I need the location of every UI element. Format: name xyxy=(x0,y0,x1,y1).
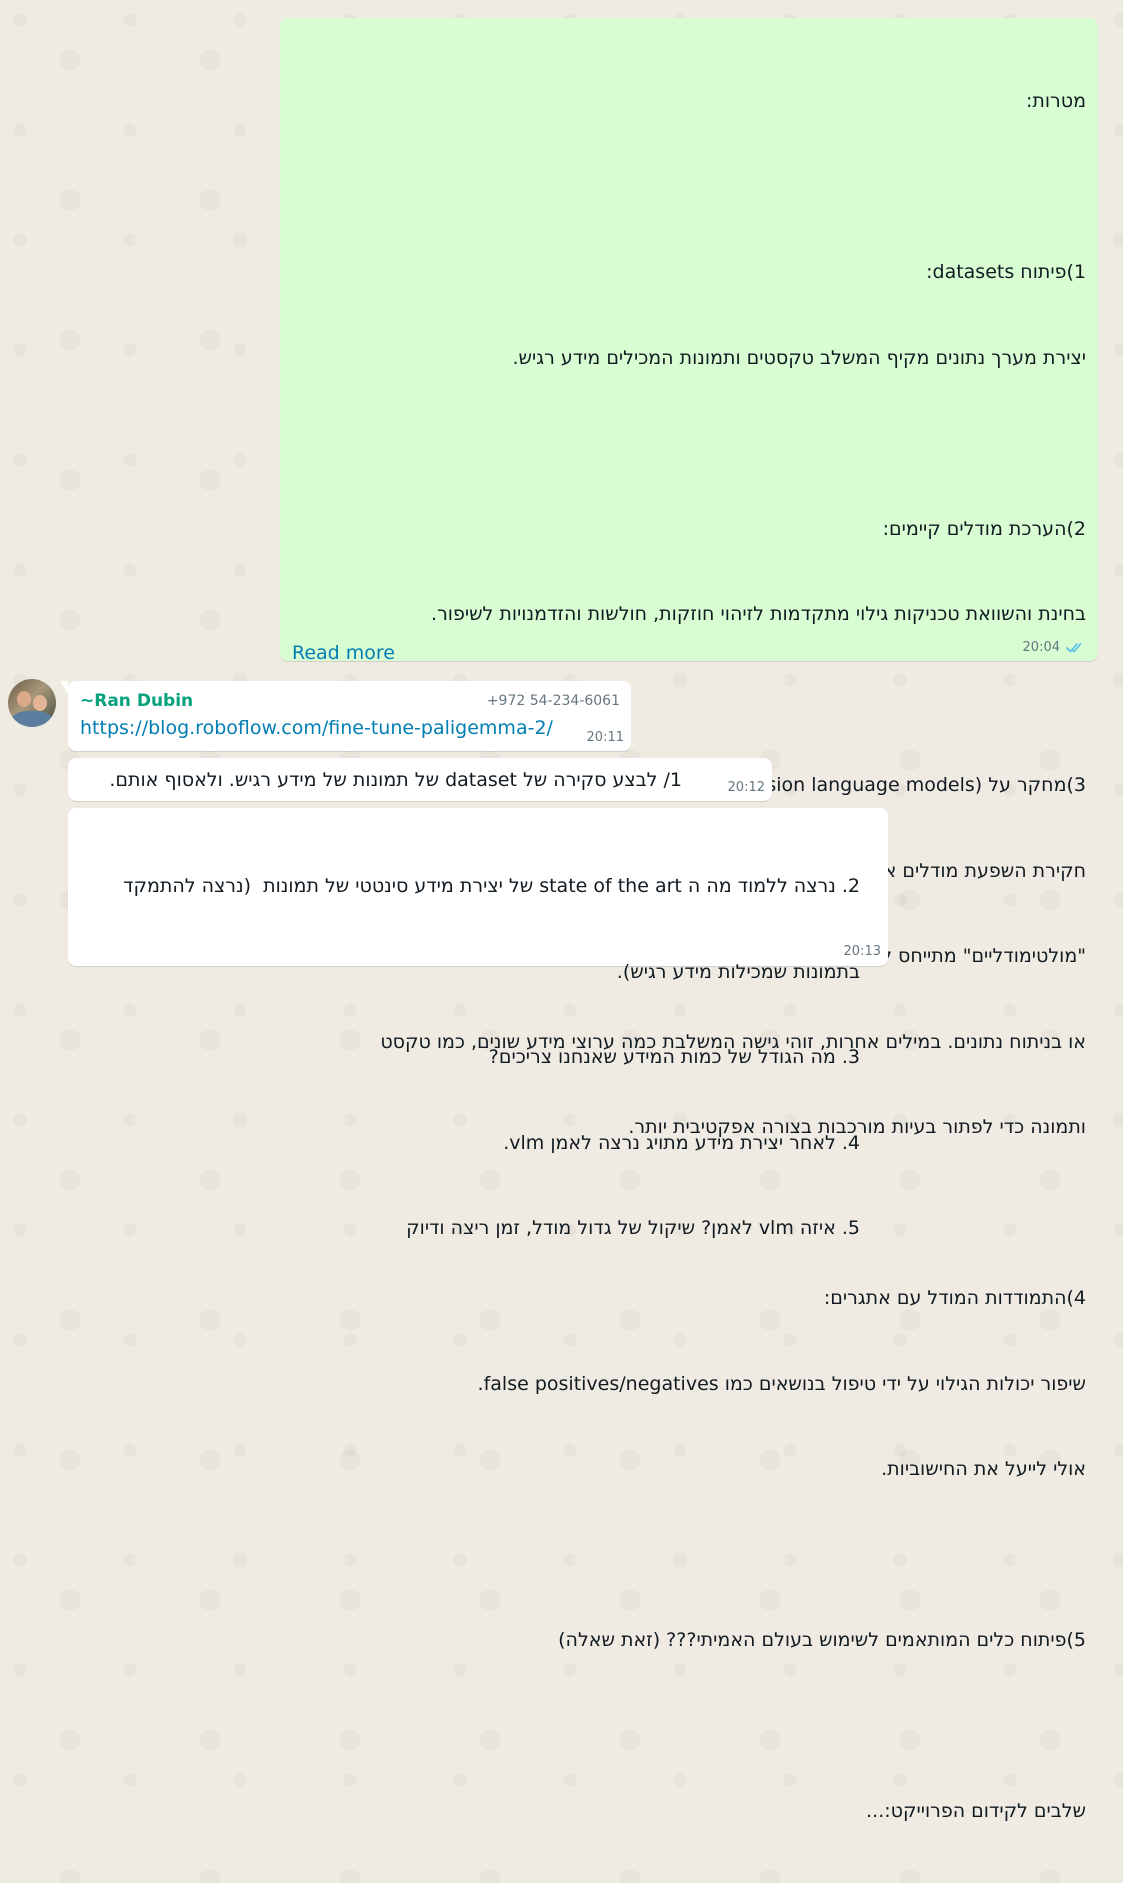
message-line xyxy=(292,1541,1086,1570)
message-time: 20:12 xyxy=(727,780,765,795)
message-time: 20:04 xyxy=(1022,640,1060,655)
message-line: 3. מה הגודל של כמות המידע שאנחנו צריכים? xyxy=(488,1046,860,1068)
message-line: 1)פיתוח datasets: xyxy=(926,261,1086,283)
message-line: 2)הערכת מודלים קיימים: xyxy=(882,517,1086,540)
chat-area: מטרות: 1)פיתוח datasets: יצירת מערך נתונ… xyxy=(0,0,1123,1822)
message-line: שלבים לקידום הפרוייקט:... xyxy=(866,1800,1086,1822)
avatar-face-shape xyxy=(17,691,31,707)
read-more-link[interactable]: Read more xyxy=(292,642,395,664)
outgoing-message-bubble[interactable]: מטרות: 1)פיתוח datasets: יצירת מערך נתונ… xyxy=(280,18,1098,1822)
avatar[interactable] xyxy=(8,679,56,727)
message-line: יצירת מערך נתונים מקיף המשלב טקסטים ותמו… xyxy=(512,346,1086,369)
message-meta: 20:04 xyxy=(1023,640,1084,655)
message-line: 4. לאחר יצירת מידע מתויג נרצה לאמן vlm. xyxy=(503,1131,860,1154)
avatar-face-shape xyxy=(33,695,47,711)
incoming-message-text: 2. נרצה ללמוד מה ה state of the art של י… xyxy=(80,815,860,1300)
incoming-message-bubble[interactable]: 1/ לבצע סקירה של dataset של תמונות של מי… xyxy=(68,758,772,801)
message-line: בתמונות שמכילות מידע רגיש). xyxy=(616,960,860,983)
message-line: בחינת והשוואת טכניקות גילוי מתקדמות לזיה… xyxy=(431,603,1086,625)
message-link[interactable]: https://blog.roboflow.com/fine-tune-pali… xyxy=(80,717,553,739)
double-check-icon xyxy=(1066,643,1082,653)
message-line xyxy=(292,173,1086,202)
message-line: 2. נרצה ללמוד מה ה state of the art של י… xyxy=(123,875,860,897)
message-line: 5)פיתוח כלים המותאמים לשימוש בעולם האמית… xyxy=(558,1629,1086,1651)
sender-name[interactable]: ~Ran Dubin xyxy=(80,691,193,711)
message-line: שיפור יכולות הגילוי על ידי טיפול בנושאים… xyxy=(477,1372,1086,1395)
message-time: 20:13 xyxy=(843,944,881,959)
avatar-body-shape xyxy=(12,711,52,727)
message-line: מטרות: xyxy=(1025,90,1086,112)
bubble-tail xyxy=(60,681,68,694)
incoming-message-text: 1/ לבצע סקירה של dataset של תמונות של מי… xyxy=(109,769,682,791)
message-line xyxy=(292,429,1086,458)
message-time: 20:11 xyxy=(586,730,624,745)
message-line: 5. איזה vlm לאמן? שיקול של גדול מודל, זמ… xyxy=(406,1217,860,1239)
message-line xyxy=(292,1712,1086,1741)
incoming-message-bubble[interactable]: 2. נרצה ללמוד מה ה state of the art של י… xyxy=(68,808,888,1239)
message-line: אולי לייעל את החישוביות. xyxy=(881,1458,1086,1480)
incoming-link-message-bubble[interactable]: ~Ran Dubin +972 54-234-6061 https://blog… xyxy=(60,681,631,751)
sender-phone: +972 54-234-6061 xyxy=(486,693,620,709)
